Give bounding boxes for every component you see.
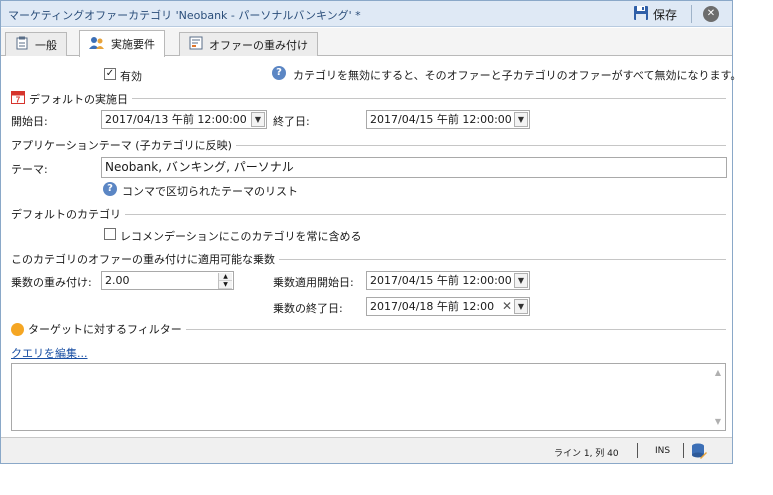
end-date-value: 2017/04/15 午前 12:00:00 — [370, 113, 512, 126]
multiplier-title: このカテゴリのオファーの重み付けに適用可能な乗数 — [11, 253, 275, 266]
chevron-down-icon[interactable]: ▼ — [514, 273, 528, 288]
database-icon[interactable] — [691, 442, 707, 463]
tab-general-label: 一般 — [35, 38, 57, 52]
window-title: マーケティングオファーカテゴリ 'Neobank - パーソナルバンキング' * — [8, 9, 361, 22]
status-separator — [637, 443, 638, 458]
themes-section: アプリケーションテーマ (子カテゴリに反映) — [11, 137, 726, 153]
query-preview-area[interactable]: ▲ ▼ — [11, 363, 726, 431]
weight-label: 乗数の重み付け: — [11, 276, 92, 289]
tab-offer-weighting-label: オファーの重み付け — [209, 38, 308, 52]
filter-status-icon — [11, 322, 24, 336]
multiplier-end-value: 2017/04/18 午前 12:00 — [370, 300, 495, 313]
users-icon — [89, 36, 105, 53]
apply-start-label: 乗数適用開始日: — [273, 276, 354, 289]
status-bar: ライン 1, 列 40 INS — [1, 437, 732, 463]
filter-title: ターゲットに対するフィルター — [28, 323, 182, 336]
help-icon: ? — [272, 66, 286, 80]
default-dates-section: 7 デフォルトの実施日 — [11, 90, 726, 107]
theme-hint: コンマで区切られたテーマのリスト — [122, 185, 298, 198]
apply-start-value: 2017/04/15 午前 12:00:00 — [370, 274, 512, 287]
enabled-checkbox[interactable]: ✓ — [104, 68, 116, 80]
clipboard-icon — [15, 36, 29, 53]
edit-query-link[interactable]: クエリを編集... — [11, 345, 88, 361]
chevron-down-icon[interactable]: ▼ — [251, 112, 265, 127]
start-date-field[interactable]: 2017/04/13 午前 12:00:00 ▼ — [101, 110, 267, 129]
cursor-position: ライン 1, 列 40 — [554, 449, 619, 459]
calendar-day: 7 — [16, 96, 21, 105]
weighting-icon — [189, 36, 203, 53]
weight-value: 2.00 — [105, 274, 130, 287]
save-label: 保存 — [653, 7, 678, 22]
status-separator — [683, 443, 684, 458]
filter-section: ターゲットに対するフィルター — [11, 321, 726, 337]
multiplier-section: このカテゴリのオファーの重み付けに適用可能な乗数 — [11, 251, 726, 267]
help-icon: ? — [103, 182, 117, 196]
offer-category-window: マーケティングオファーカテゴリ 'Neobank - パーソナルバンキング' *… — [0, 0, 741, 464]
end-date-field[interactable]: 2017/04/15 午前 12:00:00 ▼ — [366, 110, 530, 129]
tab-eligibility[interactable]: 実施要件 — [79, 30, 165, 57]
save-disk-icon — [633, 5, 649, 24]
start-date-value: 2017/04/13 午前 12:00:00 — [105, 113, 247, 126]
multiplier-end-field[interactable]: 2017/04/18 午前 12:00 ✕ ▼ — [366, 297, 530, 316]
close-icon[interactable]: ✕ — [703, 6, 719, 22]
theme-input[interactable]: Neobank, バンキング, パーソナル — [101, 157, 727, 178]
apply-start-field[interactable]: 2017/04/15 午前 12:00:00 ▼ — [366, 271, 530, 290]
chevron-down-icon[interactable]: ▼ — [514, 299, 528, 314]
default-category-section: デフォルトのカテゴリ — [11, 206, 726, 222]
scroll-up-icon[interactable]: ▲ — [715, 368, 721, 377]
tab-eligibility-label: 実施要件 — [111, 38, 155, 51]
weight-stepper[interactable]: 2.00 ▲ ▼ — [101, 271, 234, 290]
title-bar: マーケティングオファーカテゴリ 'Neobank - パーソナルバンキング' *… — [1, 1, 732, 27]
eligibility-panel: ✓ 有効 ? カテゴリを無効にすると、そのオファーと子カテゴリのオファーがすべて… — [1, 57, 741, 437]
save-button[interactable]: 保存 — [633, 4, 677, 24]
scroll-down-icon[interactable]: ▼ — [715, 417, 721, 426]
always-include-checkbox[interactable] — [104, 228, 116, 240]
spinner-up-icon[interactable]: ▲ — [219, 273, 232, 281]
spinner-down-icon[interactable]: ▼ — [219, 281, 232, 289]
enabled-label: 有効 — [120, 70, 142, 83]
disable-help-text: カテゴリを無効にすると、そのオファーと子カテゴリのオファーがすべて無効になります… — [293, 69, 742, 82]
theme-label: テーマ: — [11, 163, 48, 176]
title-separator — [691, 5, 692, 23]
multiplier-end-label: 乗数の終了日: — [273, 302, 343, 315]
calendar-icon: 7 — [11, 90, 25, 107]
default-category-title: デフォルトのカテゴリ — [11, 208, 121, 221]
tab-general[interactable]: 一般 — [5, 32, 67, 56]
tab-offer-weighting[interactable]: オファーの重み付け — [179, 32, 318, 56]
start-date-label: 開始日: — [11, 115, 48, 128]
tab-bar: 一般 実施要件 オファーの重み付け — [1, 28, 732, 57]
chevron-down-icon[interactable]: ▼ — [514, 112, 528, 127]
themes-title: アプリケーションテーマ (子カテゴリに反映) — [11, 139, 232, 152]
default-dates-title: デフォルトの実施日 — [29, 92, 128, 106]
clear-icon[interactable]: ✕ — [502, 298, 512, 315]
spinner-buttons[interactable]: ▲ ▼ — [218, 273, 232, 289]
always-include-label: レコメンデーションにこのカテゴリを常に含める — [120, 230, 362, 243]
end-date-label: 終了日: — [273, 115, 310, 128]
insert-mode: INS — [655, 446, 671, 456]
